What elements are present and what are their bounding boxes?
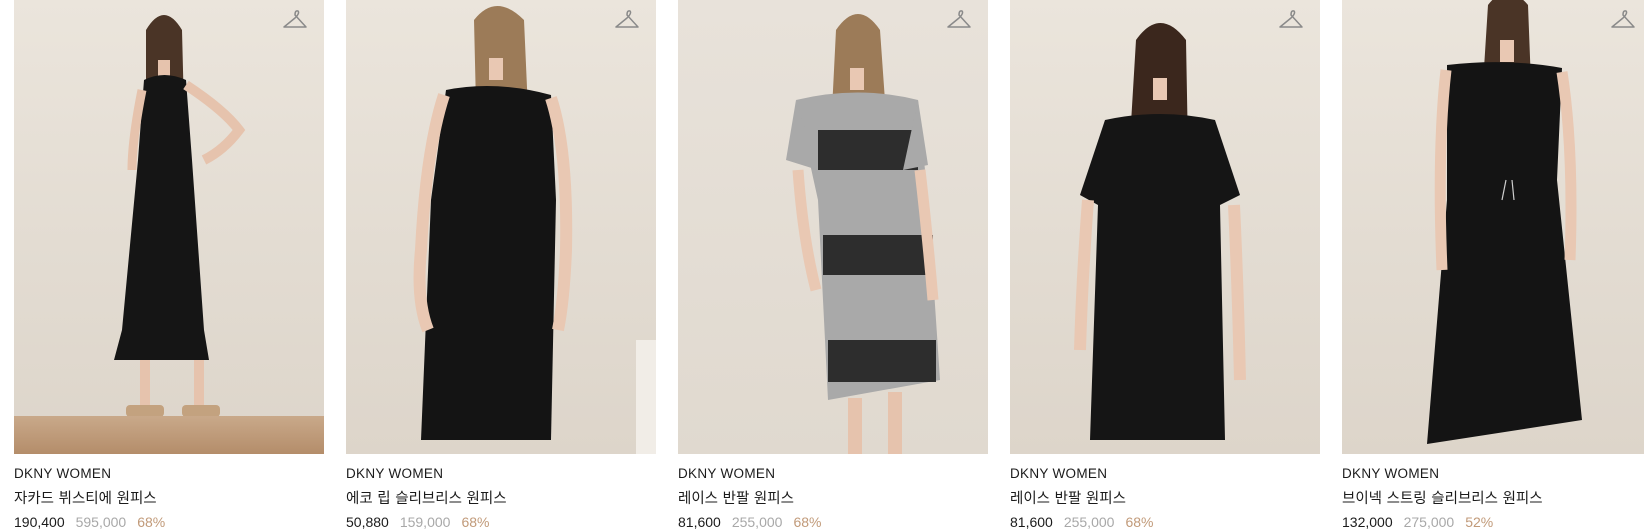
sale-price: 50,880: [346, 514, 389, 530]
product-image[interactable]: [14, 0, 324, 454]
original-price: 255,000: [1063, 514, 1115, 530]
original-price: 595,000: [75, 514, 127, 530]
sale-price: 81,600: [1010, 514, 1053, 530]
product-brand[interactable]: DKNY WOMEN: [1010, 466, 1320, 481]
product-card[interactable]: DKNY WOMEN 레이스 반팔 원피스 81,600 255,000 68%: [1010, 0, 1320, 530]
sale-price: 81,600: [678, 514, 721, 530]
sale-price: 132,000: [1342, 514, 1393, 530]
original-price: 159,000: [399, 514, 451, 530]
product-prices: 132,000 275,000 52%: [1342, 514, 1644, 530]
product-image[interactable]: [346, 0, 656, 454]
product-brand[interactable]: DKNY WOMEN: [346, 466, 656, 481]
product-name[interactable]: 브이넥 스트링 슬리브리스 원피스: [1342, 487, 1644, 508]
original-price: 255,000: [731, 514, 783, 530]
discount-rate: 68%: [137, 514, 166, 530]
product-prices: 50,880 159,000 68%: [346, 514, 656, 530]
discount-rate: 68%: [461, 514, 490, 530]
sale-price: 190,400: [14, 514, 65, 530]
hanger-icon[interactable]: [1278, 8, 1304, 32]
product-name[interactable]: 에코 립 슬리브리스 원피스: [346, 487, 656, 508]
product-grid: DKNY WOMEN 자카드 뷔스티에 원피스 190,400 595,000 …: [14, 0, 1644, 530]
hanger-icon[interactable]: [1610, 8, 1636, 32]
original-price: 275,000: [1403, 514, 1455, 530]
discount-rate: 68%: [793, 514, 822, 530]
model-photo: [1427, 0, 1582, 444]
discount-rate: 68%: [1125, 514, 1154, 530]
product-image[interactable]: [678, 0, 988, 454]
product-card[interactable]: DKNY WOMEN 자카드 뷔스티에 원피스 190,400 595,000 …: [14, 0, 324, 530]
product-name[interactable]: 자카드 뷔스티에 원피스: [14, 487, 324, 508]
product-prices: 81,600 255,000 68%: [678, 514, 988, 530]
product-image[interactable]: [1010, 0, 1320, 454]
hanger-icon[interactable]: [614, 8, 640, 32]
discount-rate: 52%: [1465, 514, 1494, 530]
product-card[interactable]: DKNY WOMEN 브이넥 스트링 슬리브리스 원피스 132,000 275…: [1342, 0, 1644, 530]
product-name[interactable]: 레이스 반팔 원피스: [678, 487, 988, 508]
hanger-icon[interactable]: [282, 8, 308, 32]
model-photo: [413, 6, 656, 454]
product-card[interactable]: DKNY WOMEN 레이스 반팔 원피스 81,600 255,000 68%: [678, 0, 988, 530]
product-prices: 190,400 595,000 68%: [14, 514, 324, 530]
model-photo: [786, 14, 940, 454]
product-brand[interactable]: DKNY WOMEN: [14, 466, 324, 481]
product-image[interactable]: [1342, 0, 1644, 454]
product-brand[interactable]: DKNY WOMEN: [678, 466, 988, 481]
product-card[interactable]: DKNY WOMEN 에코 립 슬리브리스 원피스 50,880 159,000…: [346, 0, 656, 530]
product-brand[interactable]: DKNY WOMEN: [1342, 466, 1644, 481]
product-prices: 81,600 255,000 68%: [1010, 514, 1320, 530]
model-photo: [1074, 23, 1246, 440]
model-photo: [114, 15, 246, 417]
product-name[interactable]: 레이스 반팔 원피스: [1010, 487, 1320, 508]
hanger-icon[interactable]: [946, 8, 972, 32]
